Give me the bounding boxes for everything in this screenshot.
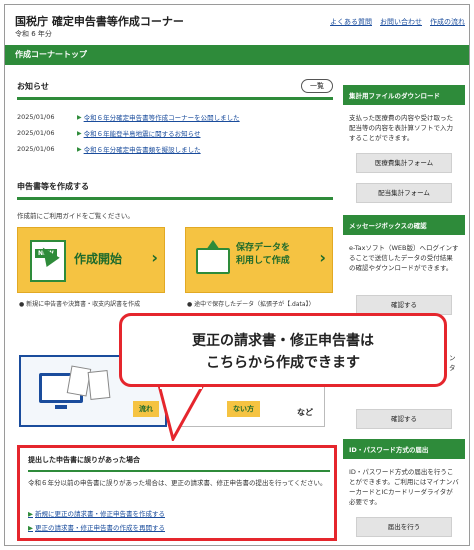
resume-correction-link-text: 更正の請求書・修正申告書の作成を再開する	[35, 524, 165, 532]
callout-tail	[157, 385, 205, 441]
download-text: 支払った医療費の内容や受け取った配当等の内容を表計算ソフトで入力することができま…	[349, 114, 453, 142]
section-divider	[17, 197, 333, 200]
site-header: 国税庁 確定申告書等作成コーナー 令和 6 年分 よくある質問 お問い合わせ 作…	[5, 5, 469, 45]
message-box-title: メッセージボックスの確認	[343, 215, 465, 235]
news-section: お知らせ 一覧 2025/01/06 ▶ 令和６年分確定申告書等作成コーナーを公…	[17, 75, 333, 158]
callout-text: 更正の請求書・修正申告書は こちらから作成できます	[122, 330, 444, 374]
news-date: 2025/01/06	[17, 129, 55, 137]
resume-saved-note: ● 途中で保存したデータ（拡張子が【.data】）	[187, 301, 315, 308]
callout-bubble: 更正の請求書・修正申告書は こちらから作成できます	[119, 313, 447, 387]
site-title: 国税庁 確定申告書等作成コーナー	[15, 15, 184, 28]
submit-notification-button[interactable]: 届出を行う	[356, 517, 452, 537]
arrow-icon: ▶	[77, 113, 82, 121]
arrow-icon: ▶	[28, 524, 33, 532]
create-section: 申告書等を作成する 作成前にご利用ガイドをご覧ください。	[17, 175, 333, 220]
medical-form-button[interactable]: 医療費集計フォーム	[356, 153, 452, 173]
section-divider	[17, 97, 333, 100]
download-title: 集計用ファイルのダウンロード	[343, 85, 465, 105]
arrow-icon: ▶	[77, 129, 82, 137]
message-box: メッセージボックスの確認 e-Taxソフト（WEB版）へログインすることで送信し…	[343, 215, 465, 277]
callout-line1: 更正の請求書・修正申告書は	[192, 333, 374, 349]
dividend-form-button[interactable]: 配当集計フォーム	[356, 183, 452, 203]
tax-year-label: 令和 6 年分	[15, 30, 52, 38]
arrow-icon: ▶	[77, 145, 82, 153]
flow-link[interactable]: 作成の流れ	[430, 17, 465, 27]
other-tag: ない方	[227, 401, 260, 417]
chevron-right-icon: ›	[319, 248, 326, 267]
new-correction-link[interactable]: ▶ 新規に更正の請求書・修正申告書を作成する	[28, 508, 165, 518]
top-nav-bar: 作成コーナートップ	[5, 45, 469, 65]
correction-box: 提出した申告書に誤りがあった場合 令和６年分以前の申告書に誤りがあった場合は、更…	[17, 445, 337, 541]
document-icon	[87, 370, 111, 400]
news-link[interactable]: 令和６年能登半島地震に関するお知らせ	[84, 128, 201, 138]
create-title: 申告書等を作成する	[17, 181, 89, 191]
news-date: 2025/01/06	[17, 113, 55, 121]
upload-arrow-icon	[206, 240, 220, 250]
id-password-box: ID・パスワード方式の届出 ID・パスワード方式の届出を行うことができます。ご利…	[343, 439, 465, 537]
news-title: お知らせ	[17, 81, 49, 91]
resume-saved-tile[interactable]: 保存データを 利用して作成 ›	[185, 227, 333, 293]
sidebar: 集計用ファイルのダウンロード 支払った医療費の内容や受け取った配当等の内容を表計…	[343, 85, 465, 277]
callout-line2: こちらから作成できます	[206, 355, 360, 371]
news-item: 2025/01/06 ▶ 令和６年分確定申告書等作成コーナーを公開しました	[17, 110, 333, 124]
partial-sidebar-text: ン タ	[449, 354, 456, 372]
resume-label-line1: 保存データを	[236, 243, 291, 253]
contact-link[interactable]: お問い合わせ	[380, 17, 422, 27]
download-box: 集計用ファイルのダウンロード 支払った医療費の内容や受け取った配当等の内容を表計…	[343, 85, 465, 203]
monitor-stand-icon	[55, 405, 67, 409]
resume-saved-label: 保存データを 利用して作成	[236, 242, 290, 268]
news-item: 2025/01/06 ▶ 令和６年分確定申告書類を擬設しました	[17, 142, 333, 156]
arrow-icon: ▶	[28, 510, 33, 518]
header-links: よくある質問 お問い合わせ 作成の流れ	[330, 17, 465, 27]
correction-title: 提出した申告書に誤りがあった場合	[28, 456, 140, 464]
news-date: 2025/01/06	[17, 145, 55, 153]
confirm-button[interactable]: 確認する	[356, 409, 452, 429]
correction-body: 令和６年分以前の申告書に誤りがあった場合は、更正の請求書、修正申告書の提出を行っ…	[28, 479, 327, 487]
etc-label: など	[297, 408, 313, 417]
message-confirm-button[interactable]: 確認する	[356, 295, 452, 315]
start-create-note: ● 新規に申告書や決算書・収支内訳書を作成	[19, 301, 141, 308]
guide-hint: 作成前にご利用ガイドをご覧ください。	[17, 212, 134, 220]
new-correction-link-text: 新規に更正の請求書・修正申告書を作成する	[35, 510, 165, 518]
news-list-button[interactable]: 一覧	[301, 79, 333, 93]
news-item: 2025/01/06 ▶ 令和６年能登半島地震に関するお知らせ	[17, 126, 333, 140]
section-divider	[28, 470, 330, 472]
start-create-label: 作成開始	[74, 252, 123, 266]
id-password-title: ID・パスワード方式の届出	[343, 439, 465, 459]
news-link[interactable]: 令和６年分確定申告書等作成コーナーを公開しました	[84, 112, 240, 122]
resume-correction-link[interactable]: ▶ 更正の請求書・修正申告書の作成を再開する	[28, 522, 165, 532]
start-create-tile[interactable]: NEW 作成開始 ›	[17, 227, 165, 293]
resume-label-line2: 利用して作成	[236, 256, 290, 266]
faq-link[interactable]: よくある質問	[330, 17, 372, 27]
breadcrumb-top[interactable]: 作成コーナートップ	[15, 49, 87, 60]
page-frame: 国税庁 確定申告書等作成コーナー 令和 6 年分 よくある質問 お問い合わせ 作…	[4, 4, 470, 546]
chevron-right-icon: ›	[151, 248, 158, 267]
news-link[interactable]: 令和６年分確定申告書類を擬設しました	[84, 144, 201, 154]
id-password-text: ID・パスワード方式の届出を行うことができます。ご利用にはマイナンバーカードとI…	[349, 468, 459, 506]
folder-icon	[196, 248, 230, 274]
message-box-text: e-Taxソフト（WEB版）へログインすることで送信したデータの受付結果の確認や…	[349, 244, 459, 272]
